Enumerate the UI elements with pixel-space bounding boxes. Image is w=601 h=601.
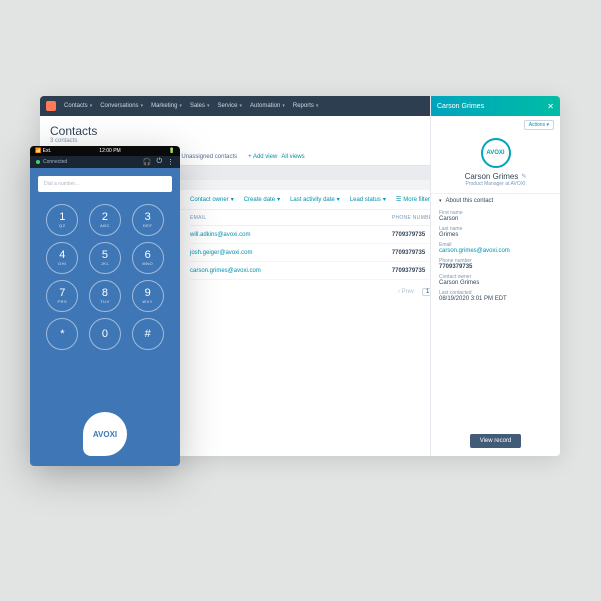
filter-create-date[interactable]: Create date▾ bbox=[244, 196, 280, 203]
cell-email[interactable]: will.adkins@avoxi.com bbox=[190, 232, 392, 238]
keypad: 1QZ 2ABC 3DEF 4GHI 5JKL 6MNO 7PRS 8TUV 9… bbox=[30, 196, 180, 406]
key-1[interactable]: 1QZ bbox=[46, 204, 78, 236]
filter-owner[interactable]: Contact owner▾ bbox=[190, 196, 234, 203]
webphone: 📶 Ext. 12:00 PM 🔋 Connected 🎧 ⏻ ⋮ Dial a… bbox=[30, 146, 180, 466]
battery-icon: 🔋 bbox=[169, 148, 175, 154]
actions-button[interactable]: Actions ▾ bbox=[524, 120, 554, 130]
close-icon[interactable]: ✕ bbox=[547, 102, 554, 111]
nav-marketing[interactable]: Marketing▾ bbox=[151, 103, 182, 109]
value-owner[interactable]: Carson Grimes bbox=[439, 280, 552, 286]
key-0[interactable]: 0 bbox=[89, 318, 121, 350]
contact-panel: Carson Grimes ✕ Actions ▾ AVOXI Carson G… bbox=[430, 96, 560, 456]
value-phone[interactable]: 7709379735 bbox=[439, 264, 552, 270]
signal-icon: 📶 Ext. bbox=[35, 148, 51, 154]
filter-last-activity[interactable]: Last activity date▾ bbox=[290, 196, 340, 203]
connection-bar: Connected 🎧 ⏻ ⋮ bbox=[30, 156, 180, 168]
cell-email[interactable]: josh.geiger@avoxi.com bbox=[190, 250, 392, 256]
value-first-name[interactable]: Carson bbox=[439, 216, 552, 222]
key-8[interactable]: 8TUV bbox=[89, 280, 121, 312]
power-icon[interactable]: ⏻ bbox=[156, 158, 162, 166]
nav-automation[interactable]: Automation▾ bbox=[250, 103, 285, 109]
view-record-button[interactable]: View record bbox=[470, 434, 522, 448]
key-6[interactable]: 6MNO bbox=[132, 242, 164, 274]
nav-reports[interactable]: Reports▾ bbox=[293, 103, 319, 109]
nav-contacts[interactable]: Contacts▾ bbox=[64, 103, 92, 109]
clock: 12:00 PM bbox=[99, 148, 120, 154]
panel-header: Carson Grimes ✕ bbox=[431, 96, 560, 116]
prev-button[interactable]: ‹ Prev bbox=[398, 289, 414, 295]
filter-lead-status[interactable]: Lead status▾ bbox=[350, 196, 386, 203]
status-dot-icon bbox=[36, 160, 40, 164]
dial-input[interactable]: Dial a number... bbox=[38, 176, 172, 192]
connection-label: Connected bbox=[43, 159, 67, 165]
value-last-contacted: 08/19/2020 3:01 PM EDT bbox=[439, 296, 552, 302]
key-9[interactable]: 9WXY bbox=[132, 280, 164, 312]
contact-role: Product Manager at AVOXI bbox=[466, 181, 526, 187]
key-star[interactable]: * bbox=[46, 318, 78, 350]
nav-service[interactable]: Service▾ bbox=[217, 103, 242, 109]
cell-email[interactable]: carson.grimes@avoxi.com bbox=[190, 268, 392, 274]
panel-title: Carson Grimes bbox=[437, 103, 484, 110]
phone-status-bar: 📶 Ext. 12:00 PM 🔋 bbox=[30, 146, 180, 156]
key-7[interactable]: 7PRS bbox=[46, 280, 78, 312]
avoxi-logo-icon: AVOXI bbox=[83, 412, 127, 456]
edit-icon[interactable]: ✎ bbox=[521, 173, 526, 180]
key-5[interactable]: 5JKL bbox=[89, 242, 121, 274]
key-3[interactable]: 3DEF bbox=[132, 204, 164, 236]
more-filters[interactable]: ☰ More filters bbox=[396, 196, 433, 203]
hubspot-logo-icon bbox=[46, 101, 56, 111]
value-last-name[interactable]: Grimes bbox=[439, 232, 552, 238]
key-hash[interactable]: # bbox=[132, 318, 164, 350]
value-email[interactable]: carson.grimes@avoxi.com bbox=[439, 248, 552, 254]
headset-icon[interactable]: 🎧 bbox=[143, 158, 152, 166]
add-view-link[interactable]: + Add view bbox=[248, 154, 277, 160]
nav-conversations[interactable]: Conversations▾ bbox=[100, 103, 143, 109]
nav-sales[interactable]: Sales▾ bbox=[190, 103, 210, 109]
about-section-header[interactable]: ▾About this contact bbox=[431, 193, 560, 208]
key-4[interactable]: 4GHI bbox=[46, 242, 78, 274]
contact-name: Carson Grimes bbox=[465, 172, 519, 181]
menu-icon[interactable]: ⋮ bbox=[167, 158, 174, 166]
avatar: AVOXI bbox=[481, 138, 511, 168]
all-views-link[interactable]: All views bbox=[281, 154, 304, 160]
key-2[interactable]: 2ABC bbox=[89, 204, 121, 236]
col-email[interactable]: EMAIL bbox=[190, 215, 392, 221]
chevron-down-icon: ▾ bbox=[439, 198, 442, 204]
